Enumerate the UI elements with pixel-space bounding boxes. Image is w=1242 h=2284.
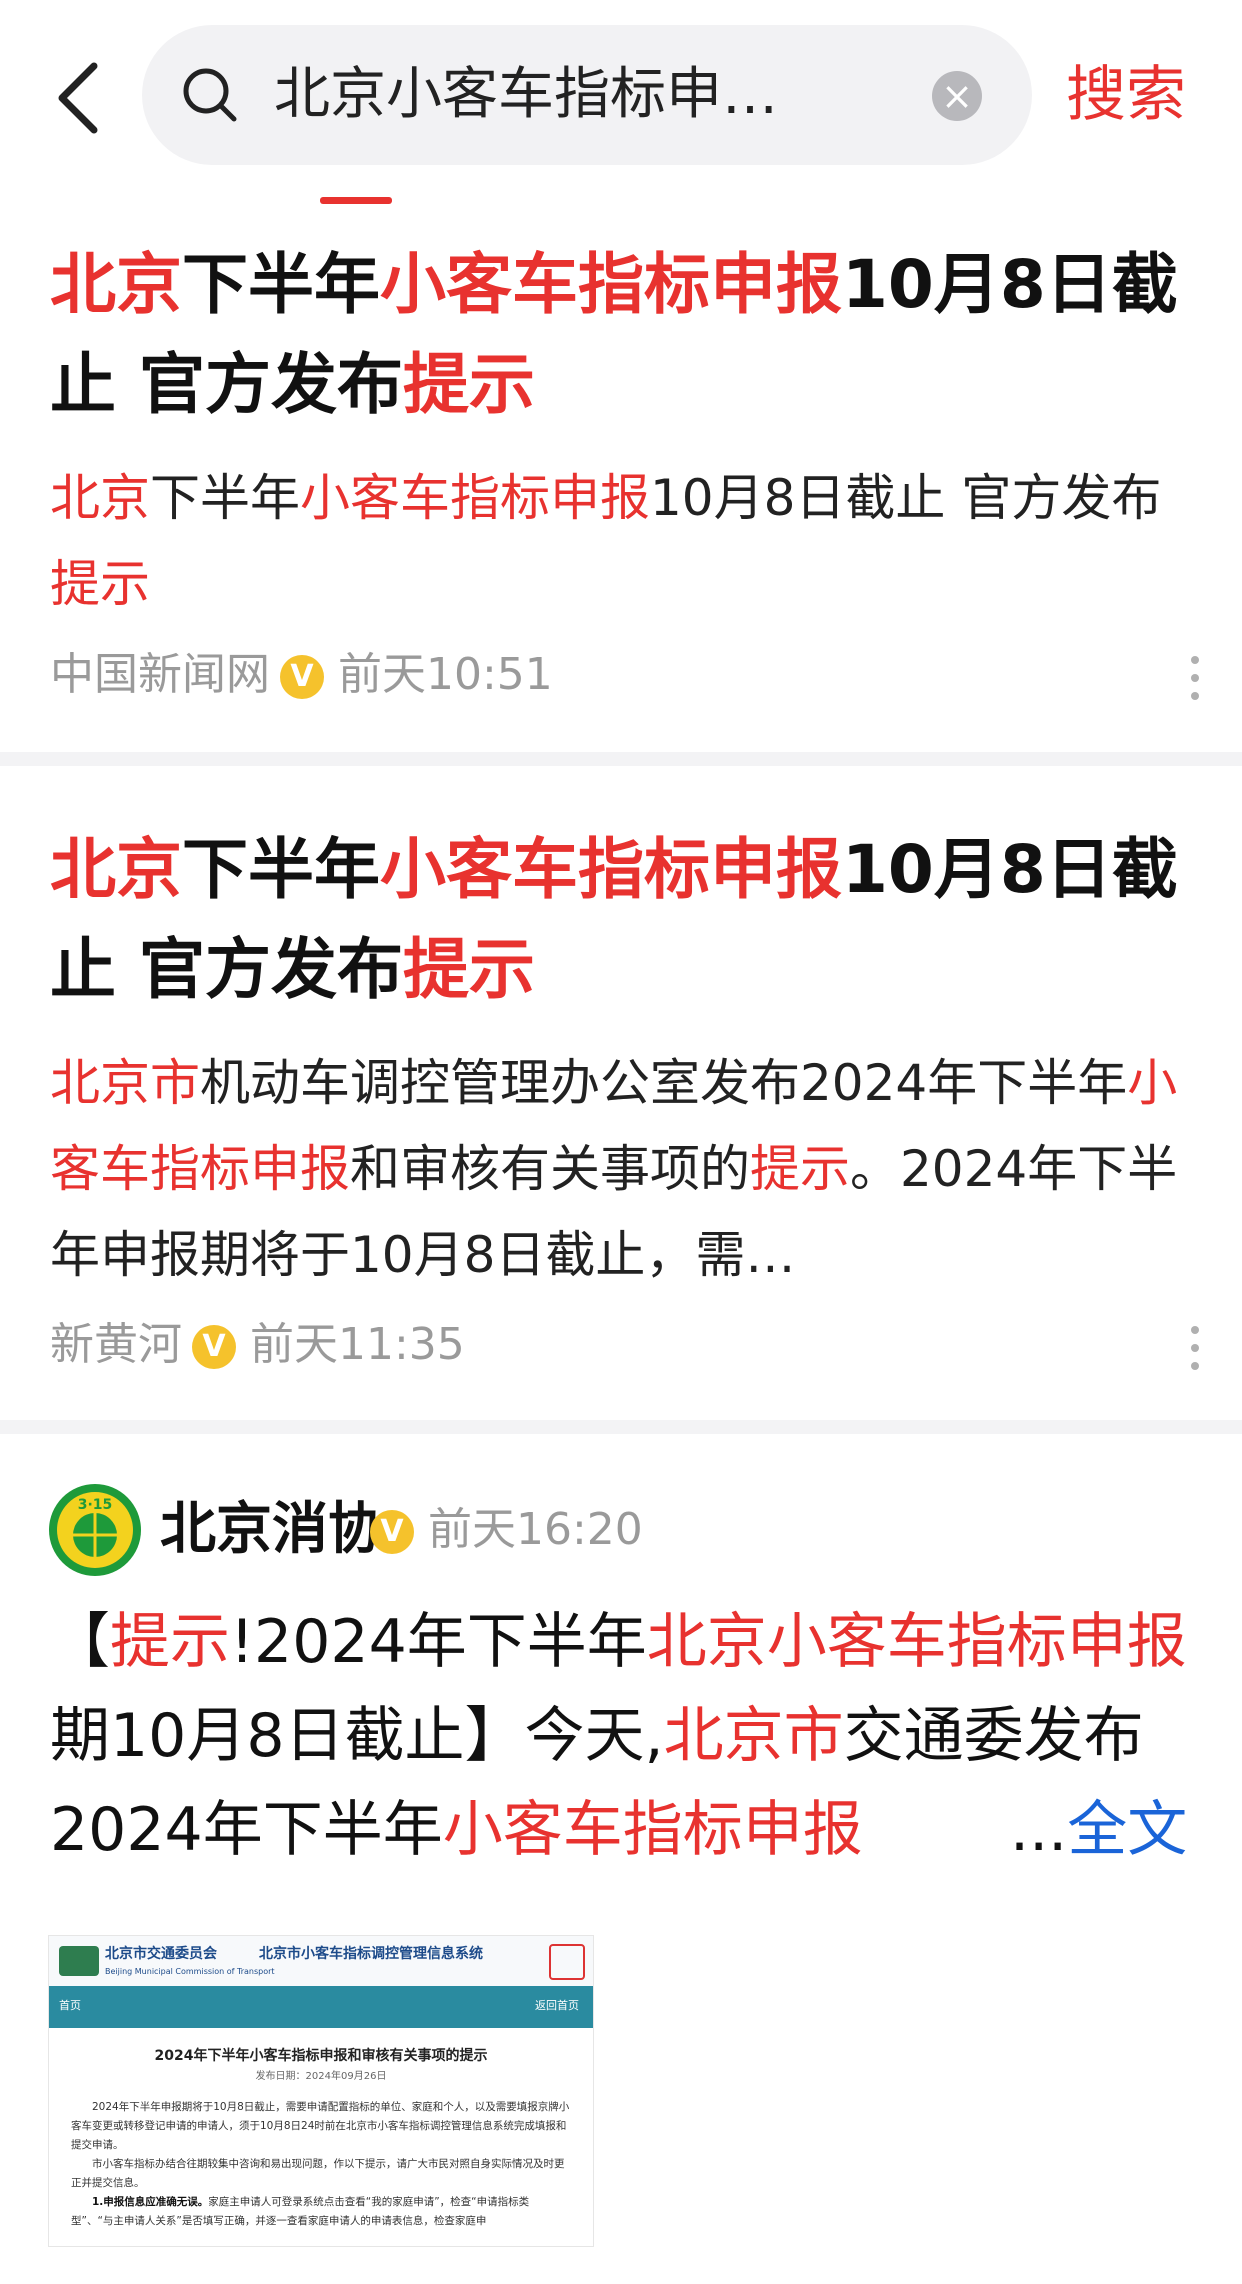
- image-nav-left: 首页: [59, 1999, 81, 2012]
- highlight-text: 北京市: [663, 1701, 844, 1771]
- image-org-en: Beijing Municipal Commission of Transpor…: [105, 1967, 275, 1976]
- highlight-text: 小客车指标申报: [380, 246, 842, 323]
- image-org: 北京市交通委员会: [105, 1946, 217, 1962]
- divider: [0, 1420, 1242, 1434]
- text-segment: 机动车调控管理办公室发布2024年下半年: [200, 1054, 1128, 1112]
- highlight-text: 提示: [750, 1140, 850, 1198]
- highlight-text: 北京小客车指标申报: [646, 1607, 1187, 1677]
- text-segment: 【: [50, 1607, 110, 1677]
- author-name[interactable]: 北京消协: [160, 1495, 384, 1565]
- result-meta: 中国新闻网 V 前天10:51: [50, 645, 553, 705]
- result-title[interactable]: 北京下半年小客车指标申报10月8日截止 官方发布提示: [50, 820, 1200, 1020]
- image-doc-body: 2024年下半年申报期将于10月8日截止，需要申请配置指标的单位、家庭和个人，以…: [71, 2101, 570, 2227]
- highlight-text: 提示: [110, 1607, 230, 1677]
- highlight-text: 小客车指标申报: [300, 469, 650, 527]
- highlight-text: 北京: [50, 831, 182, 908]
- tab-indicator: [320, 197, 392, 204]
- highlight-text: 北京: [50, 246, 182, 323]
- verified-badge-icon: V: [370, 1510, 414, 1554]
- full-text-link[interactable]: ...全文: [1010, 1783, 1187, 1877]
- highlight-text: 小客车指标申报: [442, 1795, 863, 1865]
- highlight-text: 北京: [50, 469, 150, 527]
- text-segment: 和审核有关事项的: [350, 1140, 750, 1198]
- result-snippet: 北京市机动车调控管理办公室发布2024年下半年小客车指标申报和审核有关事项的提示…: [50, 1040, 1200, 1298]
- text-segment: 期10月8日截止】今天,: [50, 1701, 664, 1771]
- search-input[interactable]: 北京小客车指标申… ×: [142, 25, 1032, 165]
- image-nav-right: 返回首页: [535, 1999, 579, 2012]
- publish-time: 前天10:51: [338, 649, 553, 700]
- highlight-text: 提示: [402, 346, 535, 423]
- publish-time: 前天11:35: [250, 1319, 465, 1370]
- verified-badge-icon: V: [280, 655, 324, 699]
- stamp-icon: [549, 1944, 585, 1980]
- text-segment: 下半年: [150, 469, 300, 527]
- highlight-text: 提示: [50, 555, 150, 613]
- avatar[interactable]: 3·15: [48, 1483, 142, 1577]
- result-snippet: 北京下半年小客车指标申报10月8日截止 官方发布提示: [50, 455, 1200, 627]
- result-title[interactable]: 北京下半年小客车指标申报10月8日截止 官方发布提示: [50, 235, 1200, 435]
- image-doc-date: 发布日期：2024年09月26日: [255, 2071, 387, 2082]
- back-arrow-icon[interactable]: [52, 58, 112, 138]
- more-options-icon[interactable]: [1188, 1320, 1202, 1380]
- source-name: 中国新闻网: [50, 649, 270, 700]
- clear-icon[interactable]: ×: [932, 71, 982, 121]
- image-doc-title: 2024年下半年小客车指标申报和审核有关事项的提示: [154, 2048, 488, 2064]
- result-meta: 新黄河 V 前天11:35: [50, 1315, 465, 1375]
- svg-text:3·15: 3·15: [78, 1497, 113, 1513]
- more-options-icon[interactable]: [1188, 650, 1202, 710]
- text-segment: 下半年: [182, 246, 380, 323]
- search-button[interactable]: 搜索: [1066, 50, 1216, 140]
- transport-logo-icon: [59, 1946, 99, 1976]
- text-segment: 10月8日截止 官方发布: [650, 469, 1162, 527]
- post-image[interactable]: 北京市交通委员会 北京市小客车指标调控管理信息系统 Beijing Munici…: [48, 1935, 594, 2247]
- search-header: 北京小客车指标申… × 搜索: [0, 0, 1242, 204]
- verified-badge-icon: V: [192, 1325, 236, 1369]
- image-nav: [49, 1986, 593, 2028]
- text-segment: !2024年下半年: [230, 1607, 647, 1677]
- highlight-text: 北京市: [50, 1054, 200, 1112]
- highlight-text: 小客车指标申报: [380, 831, 842, 908]
- highlight-text: 提示: [402, 931, 535, 1008]
- image-system: 北京市小客车指标调控管理信息系统: [259, 1946, 483, 1962]
- text-segment: 下半年: [182, 831, 380, 908]
- source-name: 新黄河: [50, 1319, 182, 1370]
- search-icon: [183, 68, 237, 122]
- post-meta: V 前天16:20: [370, 1500, 643, 1560]
- divider: [0, 752, 1242, 766]
- search-query[interactable]: 北京小客车指标申…: [274, 55, 904, 135]
- publish-time: 前天16:20: [428, 1504, 643, 1555]
